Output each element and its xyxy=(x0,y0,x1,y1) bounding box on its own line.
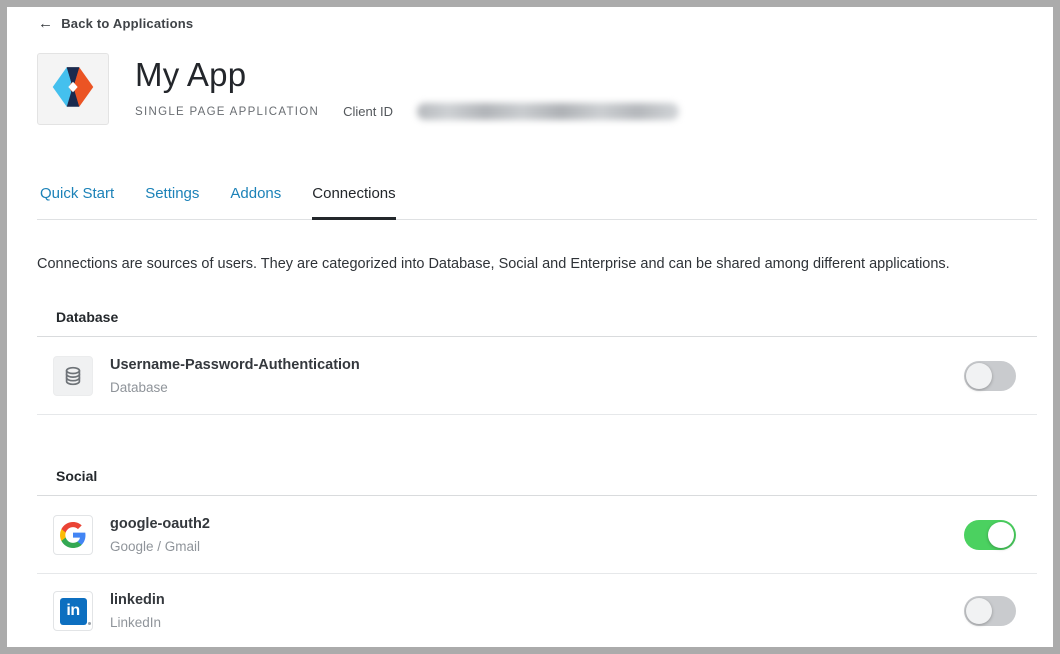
toggle-knob xyxy=(988,522,1014,548)
connection-toggle-linkedin[interactable] xyxy=(964,596,1016,626)
app-header-text: My App SINGLE PAGE APPLICATION Client ID xyxy=(135,53,679,125)
tab-addons[interactable]: Addons xyxy=(230,185,281,220)
connection-text: linkedin LinkedIn xyxy=(110,592,165,630)
client-id-label: Client ID xyxy=(343,104,393,119)
app-header: My App SINGLE PAGE APPLICATION Client ID xyxy=(37,53,1037,125)
connection-type: Database xyxy=(110,380,360,395)
tab-bar: Quick Start Settings Addons Connections xyxy=(37,185,1037,220)
connections-description: Connections are sources of users. They a… xyxy=(37,256,1037,273)
screenshot-frame: ← Back to Applications My App xyxy=(0,0,1060,654)
app-logo xyxy=(37,53,109,125)
connection-name: Username-Password-Authentication xyxy=(110,357,360,373)
back-to-applications-link[interactable]: ← Back to Applications xyxy=(38,16,193,31)
google-icon xyxy=(53,515,93,555)
connection-text: Username-Password-Authentication Databas… xyxy=(110,357,360,395)
tab-quick-start[interactable]: Quick Start xyxy=(40,185,114,220)
toggle-knob xyxy=(966,363,992,389)
connection-row-linkedin: in linkedin LinkedIn xyxy=(37,574,1037,647)
connection-type: Google / Gmail xyxy=(110,539,210,554)
app-type-label: SINGLE PAGE APPLICATION xyxy=(135,106,319,118)
connection-row-username-password: Username-Password-Authentication Databas… xyxy=(37,337,1037,415)
app-title: My App xyxy=(135,56,679,94)
linkedin-icon: in xyxy=(53,591,93,631)
database-icon xyxy=(53,356,93,396)
client-id-value-redacted xyxy=(417,103,679,120)
toggle-knob xyxy=(966,598,992,624)
connection-text: google-oauth2 Google / Gmail xyxy=(110,516,210,554)
section-header-database: Database xyxy=(37,309,1037,337)
app-meta-row: SINGLE PAGE APPLICATION Client ID xyxy=(135,103,679,120)
linkedin-in-glyph: in xyxy=(60,598,87,625)
arrow-left-icon: ← xyxy=(38,17,53,30)
auth0-default-app-logo-icon xyxy=(47,61,99,118)
connection-type: LinkedIn xyxy=(110,615,165,630)
section-header-social: Social xyxy=(37,468,1037,496)
back-link-label: Back to Applications xyxy=(61,16,193,31)
connection-toggle-username-password[interactable] xyxy=(964,361,1016,391)
connection-toggle-google-oauth2[interactable] xyxy=(964,520,1016,550)
tab-settings[interactable]: Settings xyxy=(145,185,199,220)
connection-name: linkedin xyxy=(110,592,165,608)
application-detail-page: ← Back to Applications My App xyxy=(7,7,1053,647)
connection-row-google-oauth2: google-oauth2 Google / Gmail xyxy=(37,496,1037,574)
tab-connections[interactable]: Connections xyxy=(312,185,395,220)
connection-name: google-oauth2 xyxy=(110,516,210,532)
